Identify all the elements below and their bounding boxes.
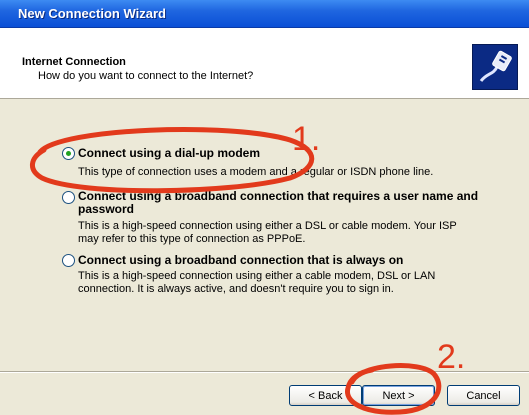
radio-dial-up[interactable]	[62, 147, 75, 160]
title-bar[interactable]: New Connection Wizard	[0, 0, 529, 28]
option-broadband-always-on-description: This is a high-speed connection using ei…	[78, 270, 436, 295]
cancel-button[interactable]: Cancel	[447, 385, 520, 406]
window-title: New Connection Wizard	[18, 6, 166, 21]
option-dial-up-label[interactable]: Connect using a dial-up modem	[78, 146, 260, 160]
option-dial-up-description: This type of connection uses a modem and…	[78, 166, 434, 178]
next-button[interactable]: Next >	[362, 385, 435, 406]
annotation-circle-1	[30, 127, 315, 194]
option-broadband-pppoe-label[interactable]: Connect using a broadband connection tha…	[78, 190, 518, 216]
annotation-step-1: 1.	[292, 120, 321, 158]
header-title: Internet Connection	[22, 56, 126, 68]
annotation-step-2: 2.	[437, 338, 466, 376]
radio-broadband-always-on[interactable]	[62, 254, 75, 267]
radio-broadband-pppoe[interactable]	[62, 191, 75, 204]
header-subtitle: How do you want to connect to the Intern…	[38, 70, 254, 82]
network-cable-icon	[472, 44, 518, 90]
option-broadband-pppoe-description: This is a high-speed connection using ei…	[78, 220, 457, 245]
option-broadband-always-on-label[interactable]: Connect using a broadband connection tha…	[78, 253, 403, 267]
wizard-header: Internet Connection How do you want to c…	[0, 28, 529, 99]
back-button[interactable]: < Back	[289, 385, 362, 406]
